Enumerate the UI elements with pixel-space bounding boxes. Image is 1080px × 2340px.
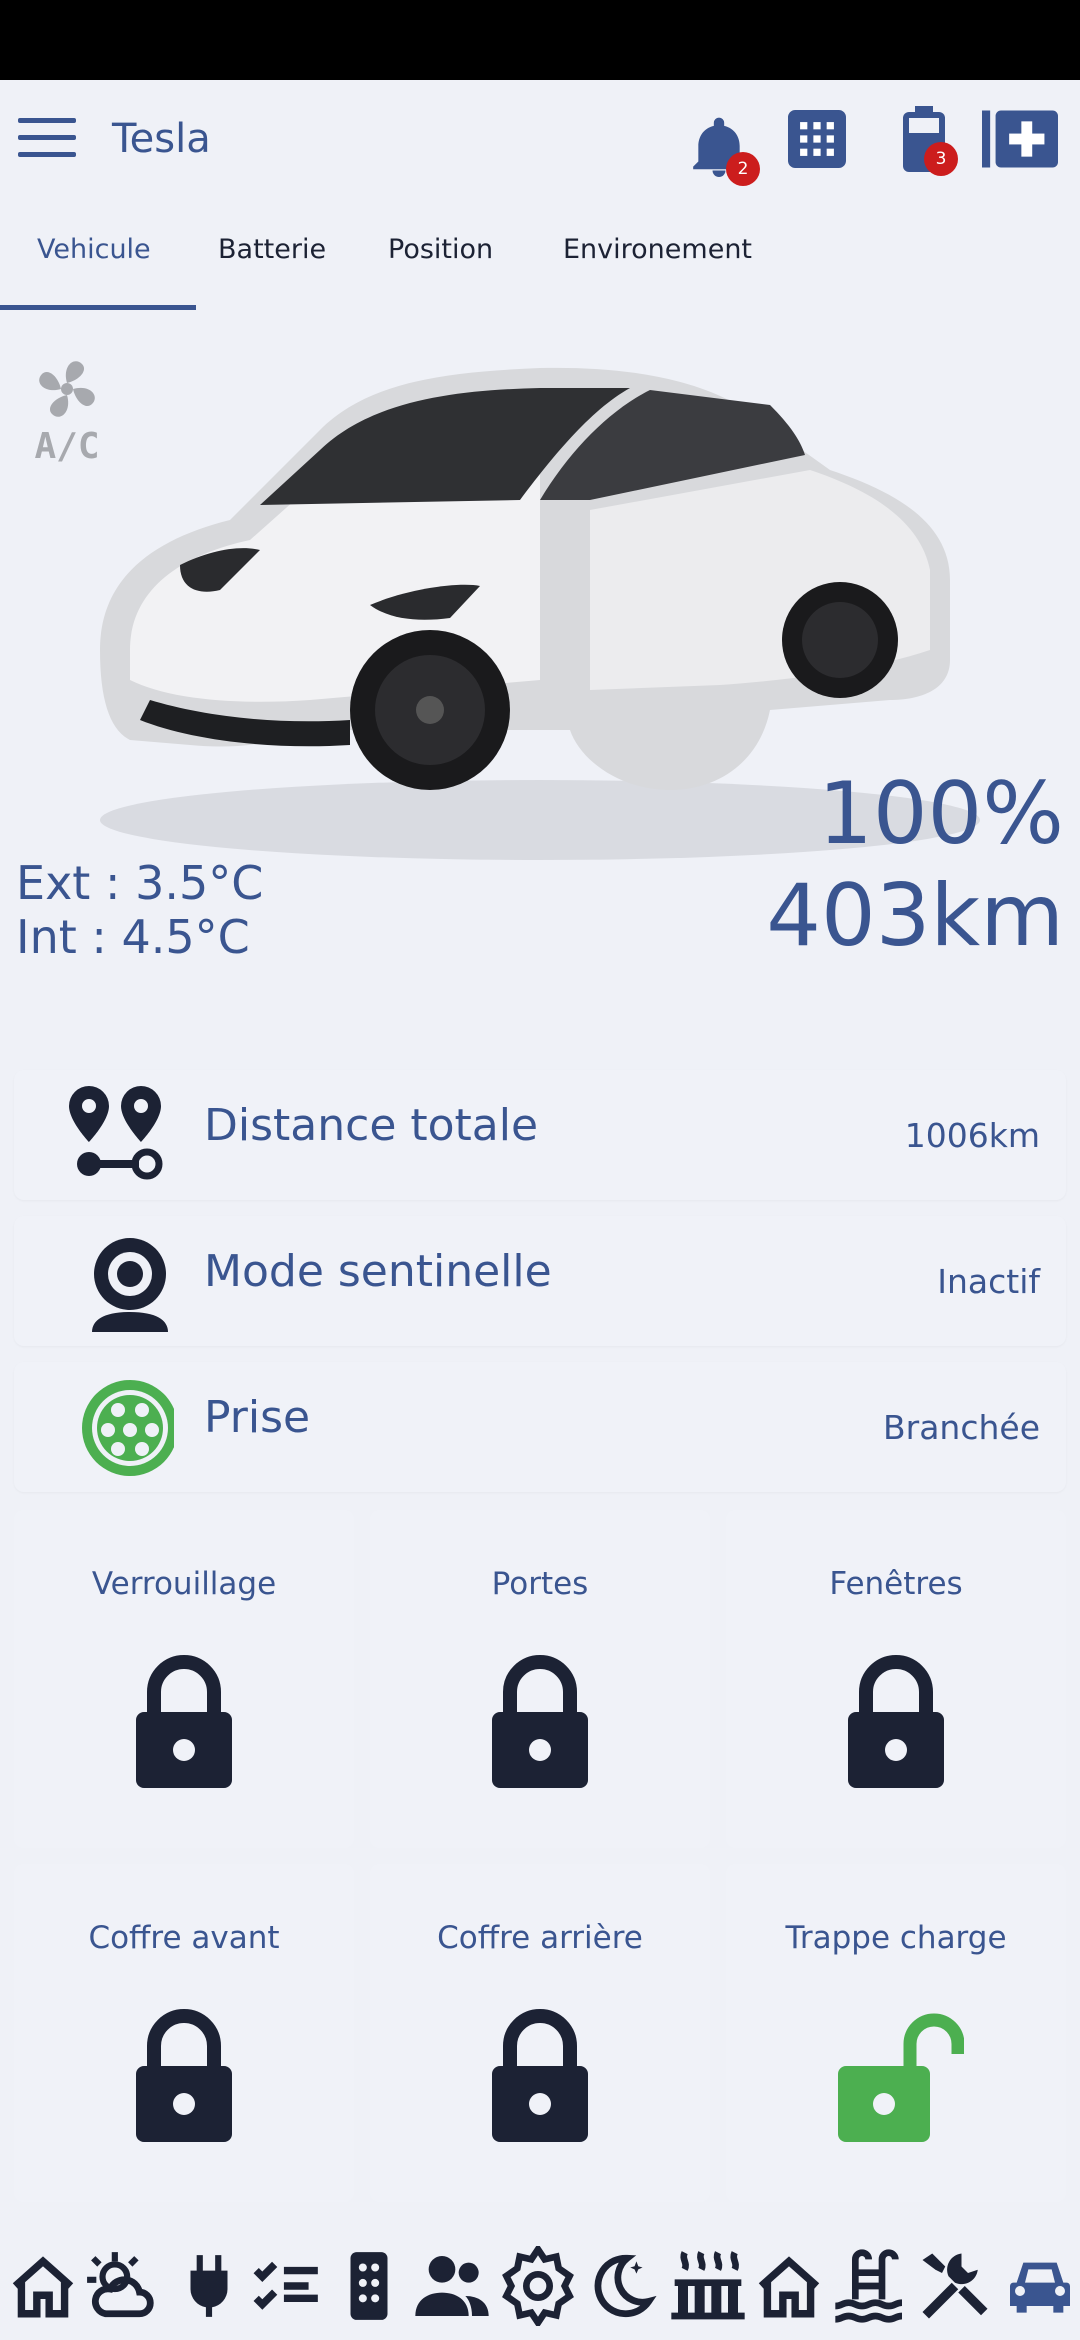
lock-icon <box>132 2004 236 2144</box>
range-value: 403km <box>766 866 1064 966</box>
unlock-icon <box>834 2004 965 2144</box>
tab-bar: Vehicule Batterie Position Environement <box>0 210 1080 310</box>
notification-badge: 2 <box>726 152 760 186</box>
car-icon[interactable] <box>1000 2246 1074 2326</box>
tab-batterie[interactable]: Batterie <box>218 234 326 265</box>
info-row-plug[interactable]: Prise Branchée <box>14 1362 1066 1492</box>
tile-portes[interactable]: Portes <box>370 1510 710 1848</box>
tab-indicator <box>0 305 196 310</box>
plug-icon[interactable] <box>172 2246 246 2326</box>
weather-icon[interactable] <box>84 2246 158 2326</box>
info-row-value: 1006km <box>904 1116 1040 1155</box>
ev-plug-icon <box>64 1374 178 1480</box>
app-bar: Tesla 2 3 <box>0 80 1080 200</box>
info-row-label: Distance totale <box>204 1100 539 1151</box>
tile-label: Portes <box>491 1566 589 1602</box>
app-title: Tesla <box>112 116 211 162</box>
checklist-icon[interactable] <box>250 2246 324 2326</box>
tile-coffre-arriere[interactable]: Coffre arrière <box>370 1864 710 2202</box>
tile-label: Fenêtres <box>829 1566 963 1602</box>
bottom-navigation <box>0 2236 1080 2340</box>
pool-icon[interactable] <box>832 2246 906 2326</box>
remote-icon[interactable] <box>332 2246 406 2326</box>
tile-label: Verrouillage <box>91 1566 277 1602</box>
info-row-sentinel[interactable]: Mode sentinelle Inactif <box>14 1216 1066 1346</box>
tab-vehicule[interactable]: Vehicule <box>37 234 151 265</box>
charge-percent: 100% <box>818 764 1064 864</box>
house-icon[interactable] <box>752 2246 826 2326</box>
home-icon[interactable] <box>6 2246 80 2326</box>
lock-icon <box>488 1650 592 1790</box>
tile-verrouillage[interactable]: Verrouillage <box>14 1510 354 1848</box>
lock-icon <box>844 1650 948 1790</box>
bell-icon[interactable]: 2 <box>688 108 760 186</box>
tile-fenetres[interactable]: Fenêtres <box>726 1510 1066 1848</box>
tile-coffre-avant[interactable]: Coffre avant <box>14 1864 354 2202</box>
info-row-label: Prise <box>204 1392 311 1443</box>
battery-badge: 3 <box>924 142 958 176</box>
battery-icon[interactable]: 3 <box>898 106 968 182</box>
lock-icon <box>488 2004 592 2144</box>
menu-icon[interactable] <box>18 118 76 162</box>
tile-trappe-charge[interactable]: Trappe charge <box>726 1864 1066 2202</box>
tools-icon[interactable] <box>916 2246 990 2326</box>
tile-label: Coffre avant <box>88 1920 280 1956</box>
tile-label: Coffre arrière <box>437 1920 643 1956</box>
route-pins-icon <box>64 1082 174 1188</box>
tab-position[interactable]: Position <box>388 234 493 265</box>
info-row-distance[interactable]: Distance totale 1006km <box>14 1070 1066 1200</box>
settings-icon[interactable] <box>498 2243 574 2329</box>
people-icon[interactable] <box>412 2246 489 2326</box>
info-row-value: Branchée <box>882 1408 1040 1447</box>
heater-icon[interactable] <box>668 2246 745 2326</box>
exterior-temperature: Ext : 3.5°C <box>16 856 264 910</box>
info-row-label: Mode sentinelle <box>204 1246 552 1297</box>
interior-temperature: Int : 4.5°C <box>16 910 250 964</box>
grid-icon[interactable] <box>788 110 848 170</box>
webcam-icon <box>64 1228 174 1334</box>
info-row-value: Inactif <box>937 1262 1040 1301</box>
add-box-icon[interactable] <box>982 110 1060 170</box>
status-bar <box>0 0 1080 80</box>
lock-icon <box>132 1650 236 1790</box>
night-icon[interactable] <box>584 2246 658 2326</box>
tab-environement[interactable]: Environement <box>563 234 752 265</box>
tile-label: Trappe charge <box>785 1920 1007 1956</box>
